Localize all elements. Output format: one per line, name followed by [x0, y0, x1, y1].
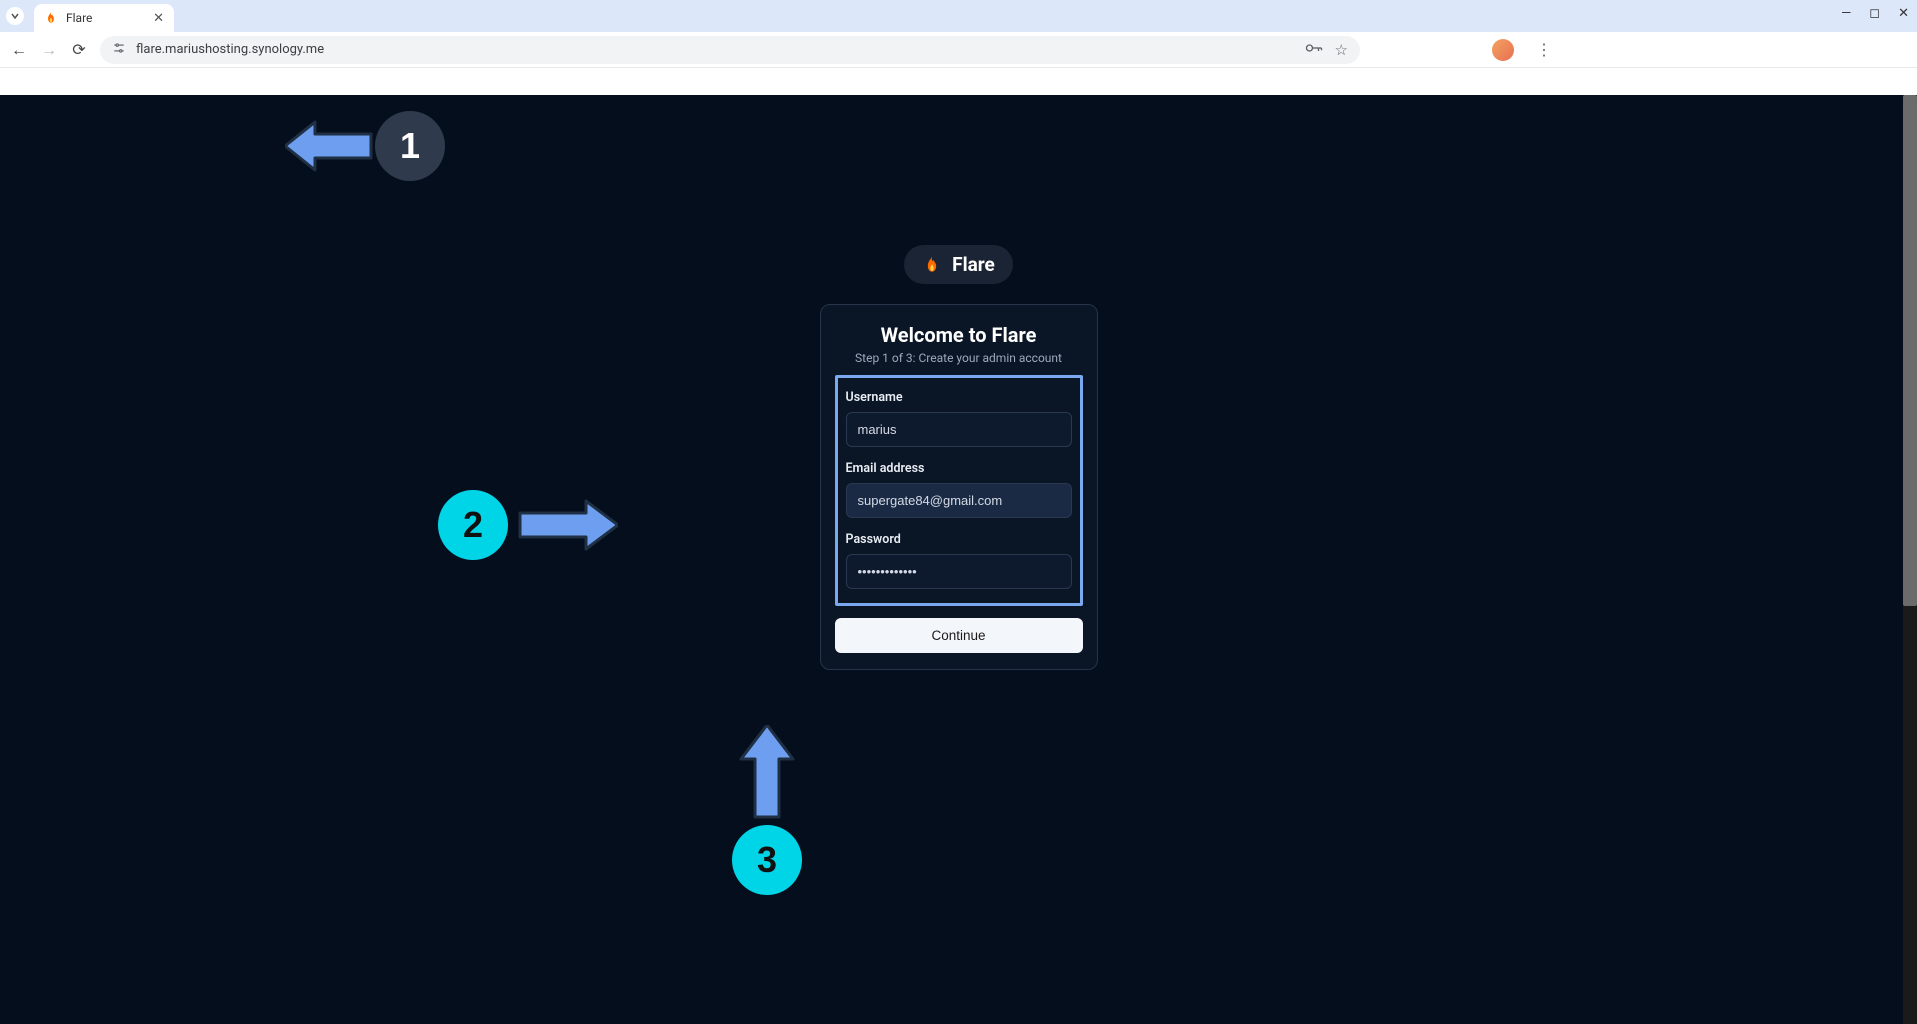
close-icon[interactable]: ✕	[153, 11, 164, 26]
card-heading: Welcome to Flare	[835, 323, 1083, 347]
arrow-up-icon	[735, 725, 799, 825]
forward-button[interactable]: →	[40, 40, 58, 60]
arrow-left-icon	[285, 116, 375, 176]
annotation-badge: 1	[375, 111, 445, 181]
maximize-button[interactable]: ◻	[1869, 6, 1880, 21]
username-input[interactable]	[846, 412, 1072, 447]
reload-button[interactable]: ⟳	[70, 40, 88, 59]
annotation-badge: 3	[732, 825, 802, 895]
email-label: Email address	[846, 461, 1072, 476]
username-label: Username	[846, 390, 1072, 405]
url-text: flare.mariushosting.synology.me	[136, 42, 1295, 57]
site-settings-icon[interactable]	[112, 41, 126, 58]
card-subtitle: Step 1 of 3: Create your admin account	[835, 351, 1083, 365]
flame-icon	[922, 255, 942, 275]
brand-name: Flare	[952, 253, 995, 276]
close-window-button[interactable]: ✕	[1898, 6, 1909, 21]
brand-badge: Flare	[904, 245, 1013, 284]
tab-search-button[interactable]	[6, 7, 24, 25]
continue-button[interactable]: Continue	[835, 618, 1083, 653]
scrollbar-thumb[interactable]	[1903, 95, 1917, 606]
setup-card: Welcome to Flare Step 1 of 3: Create you…	[820, 304, 1098, 670]
annotation-1: 1	[285, 111, 445, 181]
address-bar[interactable]: flare.mariushosting.synology.me ☆	[100, 36, 1360, 64]
browser-tab-strip: Flare ✕ — ◻ ✕	[0, 0, 1917, 32]
tab-title: Flare	[66, 11, 145, 25]
browser-tab[interactable]: Flare ✕	[34, 4, 174, 32]
password-label: Password	[846, 532, 1072, 547]
form-highlight-box: Username Email address Password	[835, 375, 1083, 606]
flame-icon	[44, 11, 58, 25]
page-body: Flare Welcome to Flare Step 1 of 3: Crea…	[0, 95, 1917, 1024]
arrow-right-icon	[508, 495, 618, 555]
back-button[interactable]: ←	[10, 40, 28, 60]
profile-avatar[interactable]	[1492, 39, 1514, 61]
bookmark-star-icon[interactable]: ☆	[1335, 41, 1348, 59]
chrome-menu-button[interactable]: ⋮	[1536, 40, 1552, 59]
annotation-3: 3	[732, 725, 802, 895]
password-key-icon[interactable]	[1305, 41, 1323, 59]
browser-infobar	[0, 68, 1917, 95]
password-input[interactable]	[846, 554, 1072, 589]
minimize-button[interactable]: —	[1841, 6, 1851, 21]
scrollbar[interactable]	[1903, 95, 1917, 1024]
email-input[interactable]	[846, 483, 1072, 518]
annotation-2: 2	[438, 490, 618, 560]
annotation-badge: 2	[438, 490, 508, 560]
browser-toolbar: ← → ⟳ flare.mariushosting.synology.me ☆ …	[0, 32, 1917, 68]
